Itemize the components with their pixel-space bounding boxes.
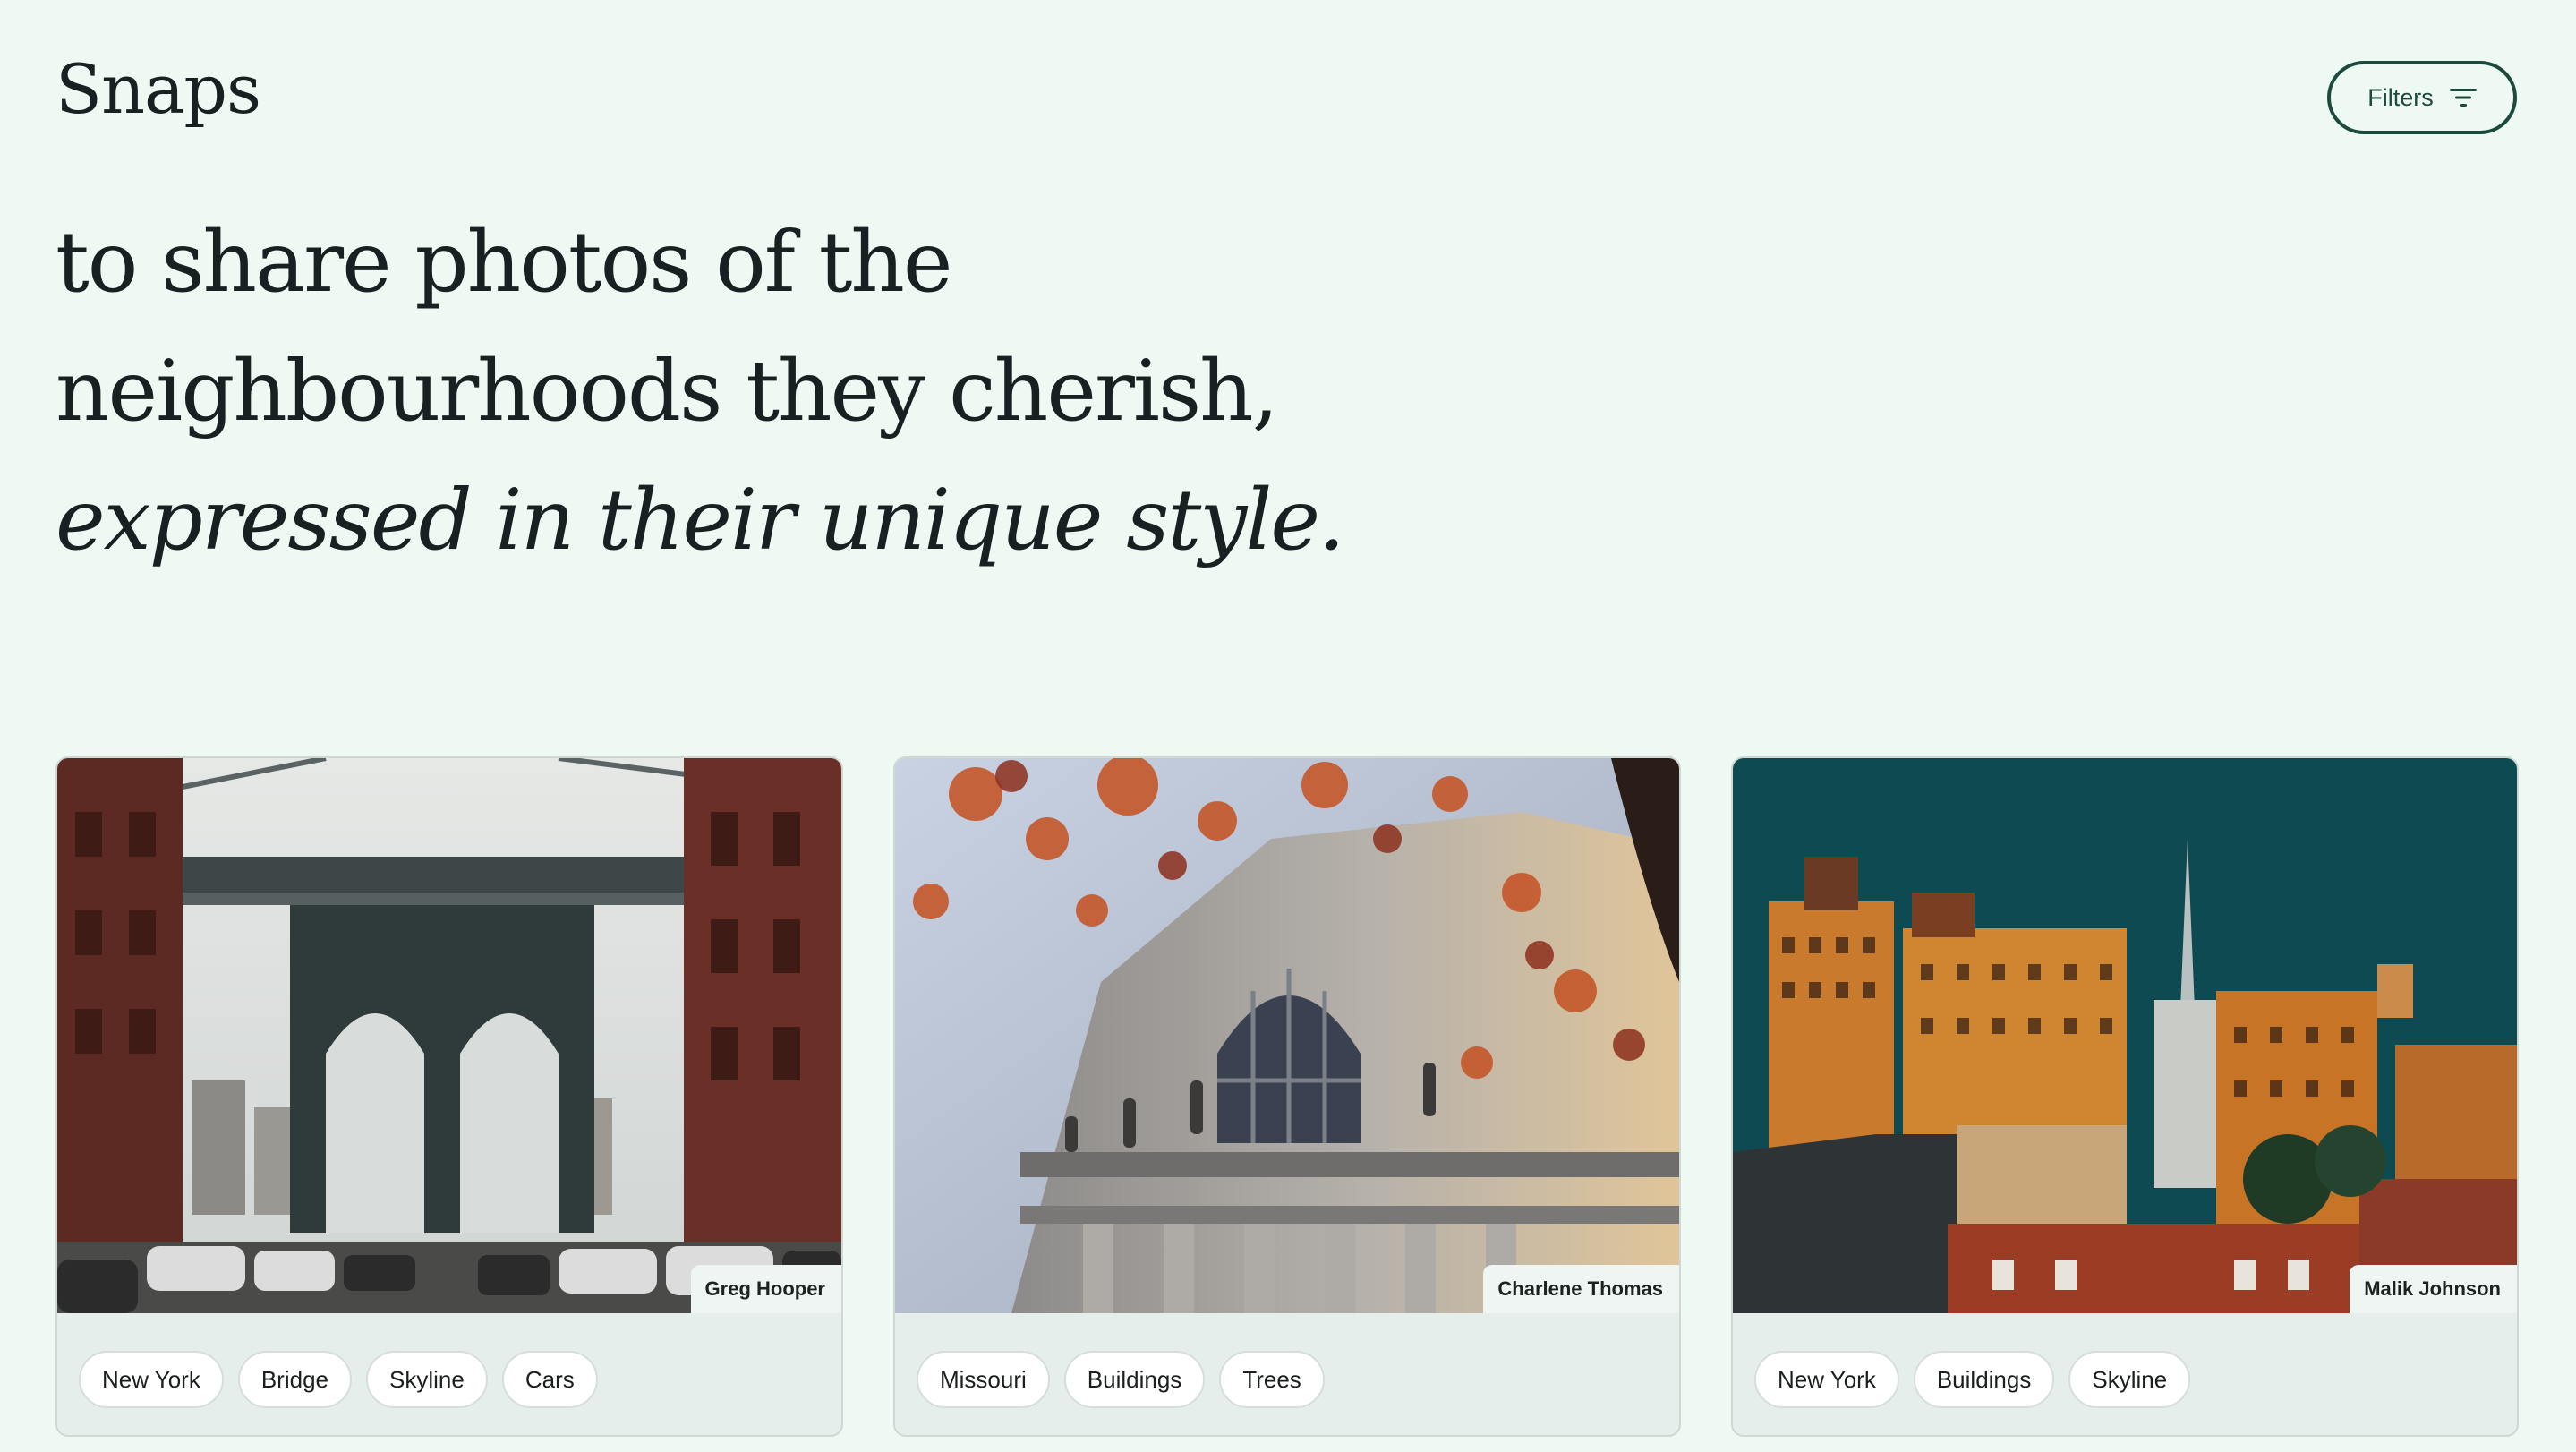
hero-line-3: expressed in their unique style. (55, 472, 1345, 569)
photo-bridge[interactable]: Greg Hooper (57, 758, 841, 1313)
tag-list: New York Buildings Skyline (1754, 1351, 2191, 1408)
photo-building[interactable]: Charlene Thomas (895, 758, 1679, 1313)
hero-line-2: neighbourhoods they cherish, (55, 343, 1279, 440)
filter-lines-icon (2449, 88, 2477, 107)
tag-list: Missouri Buildings Trees (917, 1351, 1325, 1408)
photo-card[interactable]: Greg Hooper New York Bridge Skyline Cars (55, 756, 843, 1437)
photo-skyline[interactable]: Malik Johnson (1733, 758, 2517, 1313)
tag-chip[interactable]: Skyline (366, 1351, 488, 1408)
tag-chip[interactable]: Missouri (917, 1351, 1050, 1408)
brand-logo[interactable]: Snaps (55, 45, 261, 134)
tag-chip[interactable]: New York (1754, 1351, 1899, 1408)
photo-card[interactable]: Malik Johnson New York Buildings Skyline (1731, 756, 2519, 1437)
tag-chip[interactable]: Buildings (1913, 1351, 2055, 1408)
filters-label: Filters (2367, 83, 2434, 111)
tag-chip[interactable]: New York (79, 1351, 224, 1408)
tag-chip[interactable]: Skyline (2068, 1351, 2191, 1408)
tag-chip[interactable]: Buildings (1063, 1351, 1206, 1408)
hero-line-1: to share photos of the (55, 214, 953, 312)
hero-tagline: to share photos of the neighbourhoods th… (55, 199, 1398, 585)
photo-card[interactable]: Charlene Thomas Missouri Buildings Trees (893, 756, 1681, 1437)
tag-chip[interactable]: Trees (1219, 1351, 1325, 1408)
photographer-credit: Greg Hooper (690, 1265, 841, 1313)
tag-list: New York Bridge Skyline Cars (79, 1351, 598, 1408)
photographer-credit: Charlene Thomas (1483, 1265, 1679, 1313)
filters-button[interactable]: Filters (2327, 61, 2517, 134)
tag-chip[interactable]: Bridge (237, 1351, 352, 1408)
photo-grid: Greg Hooper New York Bridge Skyline Cars (55, 756, 2519, 1437)
tag-chip[interactable]: Cars (501, 1351, 598, 1408)
photographer-credit: Malik Johnson (2350, 1265, 2517, 1313)
site-header: Snaps Filters (0, 0, 2576, 179)
